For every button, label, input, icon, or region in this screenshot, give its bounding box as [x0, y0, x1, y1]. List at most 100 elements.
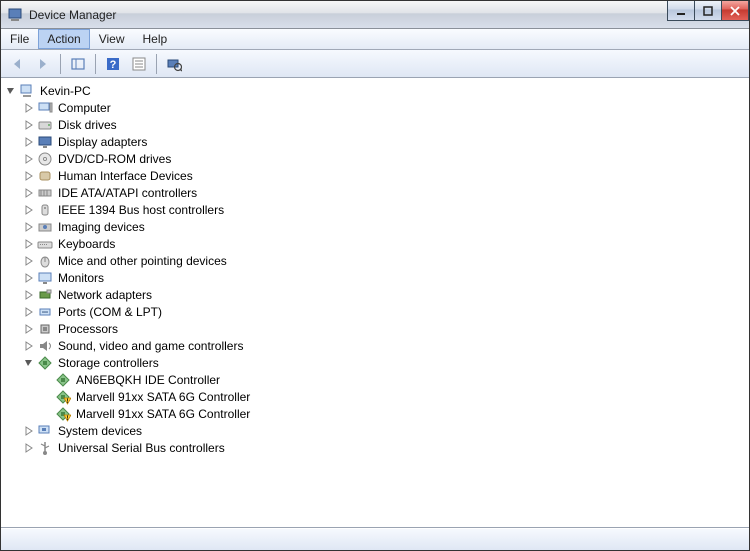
svg-text:!: ! [67, 416, 69, 422]
maximize-button[interactable] [694, 1, 722, 21]
tree-category[interactable]: Human Interface Devices [23, 167, 749, 184]
tree-category[interactable]: Monitors [23, 269, 749, 286]
expand-icon[interactable] [23, 221, 35, 233]
tree-item-label: Marvell 91xx SATA 6G Controller [74, 389, 252, 405]
tree-item-label: Sound, video and game controllers [56, 338, 245, 354]
menu-file[interactable]: File [1, 29, 38, 49]
storage-icon: ! [55, 406, 71, 422]
tree-category[interactable]: DVD/CD-ROM drives [23, 150, 749, 167]
storage-icon [37, 355, 53, 371]
expand-icon[interactable] [23, 340, 35, 352]
display-icon [37, 134, 53, 150]
expand-icon[interactable] [23, 238, 35, 250]
forward-button[interactable] [31, 52, 55, 76]
tree-item-label: Display adapters [56, 134, 149, 150]
tree-item-label: Marvell 91xx SATA 6G Controller [74, 406, 252, 422]
expand-icon[interactable] [23, 306, 35, 318]
separator-icon [60, 54, 61, 74]
close-button[interactable] [721, 1, 749, 21]
tree-category[interactable]: Ports (COM & LPT) [23, 303, 749, 320]
expand-icon[interactable] [23, 136, 35, 148]
tree-item-label: DVD/CD-ROM drives [56, 151, 173, 167]
statusbar [1, 528, 749, 550]
tree-item-label: IEEE 1394 Bus host controllers [56, 202, 226, 218]
minimize-button[interactable] [667, 1, 695, 21]
tree-category[interactable]: Storage controllers [23, 354, 749, 371]
show-hide-button[interactable] [66, 52, 90, 76]
expand-icon[interactable] [23, 255, 35, 267]
tree-category[interactable]: Sound, video and game controllers [23, 337, 749, 354]
properties-button[interactable] [127, 52, 151, 76]
tree-category[interactable]: Imaging devices [23, 218, 749, 235]
hid-icon [37, 168, 53, 184]
1394-icon [37, 202, 53, 218]
window-controls [668, 1, 749, 21]
tree-item-label: Computer [56, 100, 113, 116]
tree-category[interactable]: IEEE 1394 Bus host controllers [23, 201, 749, 218]
tree-device[interactable]: AN6EBQKH IDE Controller [41, 371, 749, 388]
tree-category[interactable]: Disk drives [23, 116, 749, 133]
tree-item-label: Universal Serial Bus controllers [56, 440, 227, 456]
titlebar[interactable]: Device Manager [1, 1, 749, 29]
tree-item-label: AN6EBQKH IDE Controller [74, 372, 222, 388]
twisty-none [41, 408, 53, 420]
tree-category[interactable]: Universal Serial Bus controllers [23, 439, 749, 456]
tree-category[interactable]: Network adapters [23, 286, 749, 303]
tree-item-label: Storage controllers [56, 355, 161, 371]
toolbar: ? [1, 50, 749, 78]
expand-icon[interactable] [23, 323, 35, 335]
tree-device[interactable]: ! Marvell 91xx SATA 6G Controller [41, 405, 749, 422]
twisty-none [41, 374, 53, 386]
monitor-icon [37, 270, 53, 286]
app-icon [7, 7, 23, 23]
tree-category[interactable]: Display adapters [23, 133, 749, 150]
separator-icon [95, 54, 96, 74]
tree-category[interactable]: System devices [23, 422, 749, 439]
tree-item-label: Network adapters [56, 287, 154, 303]
expand-icon[interactable] [23, 289, 35, 301]
ide-icon [37, 185, 53, 201]
tree-category[interactable]: IDE ATA/ATAPI controllers [23, 184, 749, 201]
expand-icon[interactable] [23, 442, 35, 454]
window-title: Device Manager [29, 8, 668, 22]
separator-icon [156, 54, 157, 74]
cpu-icon [37, 321, 53, 337]
expand-icon[interactable] [23, 204, 35, 216]
tree-view[interactable]: Kevin-PCComputerDisk drivesDisplay adapt… [1, 78, 749, 528]
menu-action[interactable]: Action [38, 29, 89, 49]
storage-icon: ! [55, 389, 71, 405]
expand-icon[interactable] [23, 119, 35, 131]
tree-category[interactable]: Mice and other pointing devices [23, 252, 749, 269]
disk-icon [37, 117, 53, 133]
tree-item-label: Mice and other pointing devices [56, 253, 229, 269]
storage-icon [55, 372, 71, 388]
back-button[interactable] [5, 52, 29, 76]
tree-category[interactable]: Keyboards [23, 235, 749, 252]
twisty-none [41, 391, 53, 403]
computer-icon [37, 100, 53, 116]
scan-hardware-button[interactable] [162, 52, 186, 76]
expand-icon[interactable] [23, 425, 35, 437]
svg-text:?: ? [110, 59, 117, 71]
imaging-icon [37, 219, 53, 235]
help-button[interactable]: ? [101, 52, 125, 76]
tree-category[interactable]: Processors [23, 320, 749, 337]
system-icon [37, 423, 53, 439]
tree-root[interactable]: Kevin-PC [5, 82, 749, 99]
menu-view[interactable]: View [90, 29, 134, 49]
keyboard-icon [37, 236, 53, 252]
cdrom-icon [37, 151, 53, 167]
tree-item-label: Ports (COM & LPT) [56, 304, 164, 320]
tree-category[interactable]: Computer [23, 99, 749, 116]
collapse-icon[interactable] [23, 357, 35, 369]
collapse-icon[interactable] [5, 85, 17, 97]
device-manager-window: Device Manager File Action View Help ? K… [0, 0, 750, 551]
expand-icon[interactable] [23, 187, 35, 199]
expand-icon[interactable] [23, 170, 35, 182]
expand-icon[interactable] [23, 102, 35, 114]
menu-help[interactable]: Help [134, 29, 177, 49]
tree-device[interactable]: !Marvell 91xx SATA 6G Controller [41, 388, 749, 405]
expand-icon[interactable] [23, 153, 35, 165]
menubar: File Action View Help [1, 29, 749, 50]
expand-icon[interactable] [23, 272, 35, 284]
